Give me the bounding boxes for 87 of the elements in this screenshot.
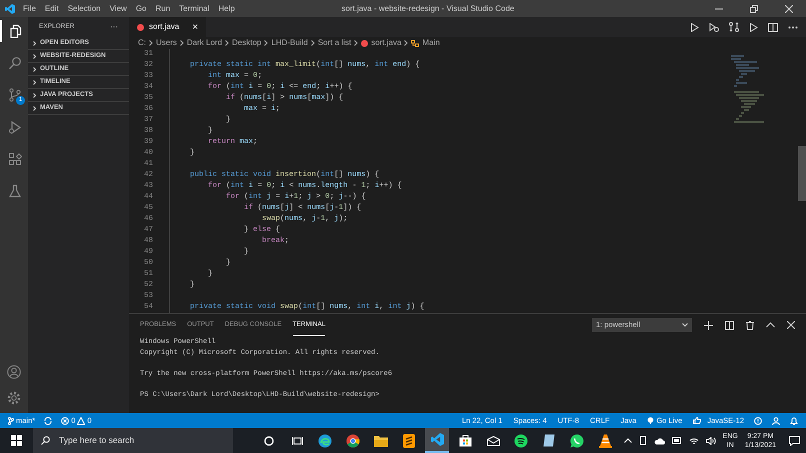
vscode-logo-icon [5,4,15,14]
source-control-icon [8,88,22,102]
class-icon [411,40,420,46]
taskbar-search-field[interactable]: Type here to search [33,428,233,453]
run-icon[interactable] [690,22,699,32]
breadcrumb-item[interactable]: sort.java [371,37,402,49]
notebook-icon[interactable] [543,434,555,447]
chevron-icon [354,40,358,46]
error-icon [61,416,70,424]
breadcrumb-item[interactable]: Desktop [232,37,262,49]
breadcrumb-item[interactable]: C: [138,37,146,49]
account-icon[interactable] [7,365,21,379]
tray-device-icon[interactable] [638,436,647,445]
flask-icon [8,184,22,198]
chevron-icon [149,40,153,46]
spotify-icon[interactable] [514,434,528,448]
split-editor-icon[interactable] [768,22,778,32]
chevron-icon [180,40,184,46]
sublime-text-icon[interactable] [403,434,415,448]
cloud-icon[interactable] [654,436,665,444]
settings-icon[interactable] [7,391,21,405]
error-dot-icon [137,24,144,30]
more-actions-button[interactable]: ··· [110,21,118,33]
chevron-icon [225,40,230,46]
search-input[interactable]: Type here to search [59,434,219,447]
vscode-taskbar-button[interactable] [425,428,449,453]
vscode-logo-icon [430,433,444,446]
menu-item[interactable]: Edit [44,2,59,14]
battery-icon[interactable] [672,437,682,444]
menu-item[interactable]: Help [218,2,235,14]
breadcrumb-item[interactable]: Users [156,37,177,49]
chrome-browser-icon[interactable] [346,434,360,448]
trash-icon[interactable] [746,320,754,330]
bell-icon[interactable] [790,416,798,424]
menu-item[interactable]: Terminal [179,2,210,14]
chevron-up-icon[interactable] [766,322,775,328]
search-icon [41,436,50,445]
mail-envelope-icon[interactable] [486,436,500,446]
extensions-icon [8,152,22,166]
menu-item[interactable]: File [23,2,36,14]
close-icon [784,4,792,12]
close-icon[interactable] [787,321,795,329]
chevron-icon [404,40,408,46]
thumbs-up-icon [693,417,702,424]
notification-icon[interactable] [789,436,800,446]
traffic-cone-icon[interactable] [598,434,612,448]
window-title: sort.java - website-redesign - Visual Studio Code [340,2,516,14]
breadcrumb-item[interactable]: LHD-Build [271,37,308,49]
menu-item[interactable]: Selection [68,2,101,14]
menu-item[interactable]: Go [136,2,146,14]
broadcast-icon [647,417,654,424]
scrollbar-thumb[interactable] [798,146,806,201]
add-icon[interactable] [704,320,713,330]
run-debug-icon [8,120,22,134]
breadcrumb-item[interactable]: Main [422,37,440,49]
speaker-icon[interactable] [706,436,716,444]
error-dot-icon [361,40,368,46]
edge-browser-icon[interactable] [318,434,332,448]
chevron-down-icon [682,323,688,327]
warning-icon [77,416,86,424]
breadcrumb-item[interactable]: Dark Lord [186,37,222,49]
chevron-icon [310,40,315,46]
debug-run-icon[interactable] [709,22,719,32]
restore-icon [750,4,758,12]
compare-changes-icon[interactable] [729,22,739,32]
split-terminal-icon[interactable] [725,320,734,330]
wifi-icon[interactable] [688,436,699,444]
search-icon [8,56,22,70]
task-view-icon[interactable] [292,436,302,446]
person-icon[interactable] [772,416,780,424]
files-icon [8,24,22,38]
sync-icon[interactable] [44,416,52,424]
play-icon[interactable] [749,22,758,32]
store-bag-icon[interactable] [458,434,472,447]
breadcrumb-item[interactable]: Sort a list [318,37,352,49]
chevron-icon [264,40,268,46]
folder-icon[interactable] [374,434,388,446]
menu-item[interactable]: Run [155,2,170,14]
tab-close-button[interactable]: × [192,20,198,34]
menu-item[interactable]: View [110,2,127,14]
branch-icon[interactable] [8,416,14,424]
windows-start-icon[interactable] [11,435,22,446]
whatsapp-icon[interactable] [570,434,584,448]
more-icon[interactable] [788,26,798,28]
circle-icon[interactable] [264,436,274,446]
feedback-icon[interactable] [754,416,762,424]
editor-tab[interactable]: sort.java × [129,17,206,37]
